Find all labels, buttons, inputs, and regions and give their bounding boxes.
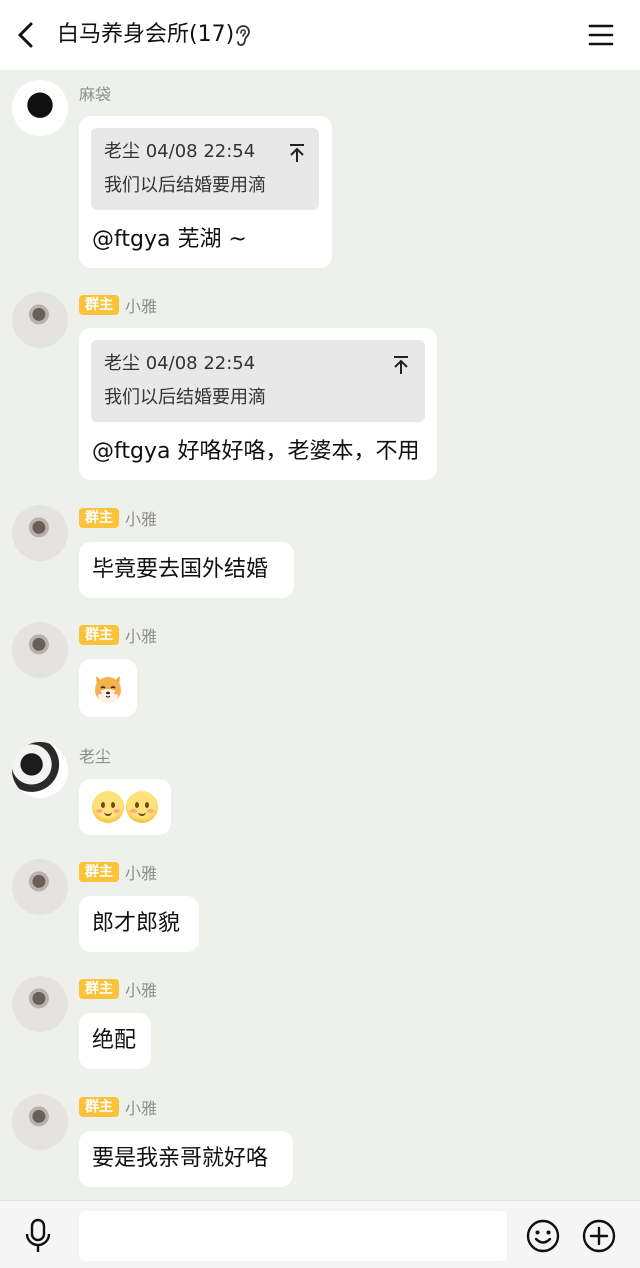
sender-name: 小雅 xyxy=(125,864,158,883)
avatar[interactable] xyxy=(12,292,68,348)
quote-author: 老尘 xyxy=(104,353,140,374)
sender-name: 老尘 xyxy=(79,747,112,766)
quoted-message[interactable]: 老尘 04/08 22:54 我们以后结婚要用滴 xyxy=(91,128,319,210)
avatar[interactable] xyxy=(12,80,68,136)
sender-name: 小雅 xyxy=(125,981,158,1000)
chat-title: 白马养身会所(17) xyxy=(57,22,235,47)
sender-row: 群主 小雅 xyxy=(79,507,157,529)
chat-message: 群主 小雅 xyxy=(0,622,640,722)
message-text: 毕竟要去国外结婚 xyxy=(92,557,269,582)
sender-name: 小雅 xyxy=(125,297,158,316)
message-bubble[interactable]: 毕竟要去国外结婚 xyxy=(79,542,294,598)
sender-name: 小雅 xyxy=(125,510,158,529)
ear-icon xyxy=(236,25,250,46)
message-input[interactable] xyxy=(79,1211,507,1261)
sender-name: 小雅 xyxy=(125,1099,158,1118)
message-bubble[interactable] xyxy=(79,659,137,717)
sender-row: 群主 小雅 xyxy=(79,624,157,646)
chat-message: 群主 小雅 毕竟要去国外结婚 xyxy=(0,505,640,605)
message-text: 郎才郎貌 xyxy=(92,911,181,936)
sender-row: 群主 小雅 xyxy=(79,978,157,1000)
chat-message: 群主 小雅 郎才郎貌 xyxy=(0,859,640,959)
message-bubble[interactable]: 老尘 04/08 22:54 我们以后结婚要用滴 @ftgya 芜湖 ~ xyxy=(79,116,332,268)
chat-message: 麻袋 老尘 04/08 22:54 我们以后结婚要用滴 @ftgya 芜湖 ~ xyxy=(0,80,640,280)
sender-row: 群主 小雅 xyxy=(79,294,157,316)
jump-to-top-icon[interactable] xyxy=(391,354,411,376)
quote-header: 老尘 04/08 22:54 xyxy=(104,140,255,164)
owner-badge: 群主 xyxy=(79,625,119,645)
sender-row: 老尘 xyxy=(79,744,111,766)
avatar[interactable] xyxy=(12,742,68,798)
blush-face-emoji xyxy=(126,791,158,823)
quoted-message[interactable]: 老尘 04/08 22:54 我们以后结婚要用滴 xyxy=(91,340,425,422)
menu-icon[interactable] xyxy=(586,21,616,49)
sender-row: 群主 小雅 xyxy=(79,861,157,883)
message-text: @ftgya 芜湖 ~ xyxy=(92,227,247,252)
chat-message: 群主 小雅 绝配 xyxy=(0,976,640,1076)
message-bubble[interactable]: 要是我亲哥就好咯 xyxy=(79,1131,293,1187)
sender-name: 麻袋 xyxy=(79,85,112,104)
quote-time: 04/08 22:54 xyxy=(145,353,256,374)
input-bar xyxy=(0,1200,640,1268)
chat-header: 白马养身会所(17) xyxy=(0,0,640,70)
sender-row: 群主 小雅 xyxy=(79,1096,157,1118)
chat-message: 群主 小雅 要是我亲哥就好咯 xyxy=(0,1094,640,1194)
owner-badge: 群主 xyxy=(79,979,119,999)
sender-name: 小雅 xyxy=(125,627,158,646)
plus-circle-icon[interactable] xyxy=(581,1218,617,1254)
quote-header: 老尘 04/08 22:54 xyxy=(104,352,255,376)
avatar[interactable] xyxy=(12,622,68,678)
back-arrow-icon[interactable] xyxy=(12,17,42,53)
owner-badge: 群主 xyxy=(79,862,119,882)
avatar[interactable] xyxy=(12,1094,68,1150)
quote-text: 我们以后结婚要用滴 xyxy=(104,387,266,408)
message-bubble[interactable]: 郎才郎貌 xyxy=(79,896,199,952)
microphone-icon[interactable] xyxy=(22,1217,54,1255)
message-bubble[interactable]: 绝配 xyxy=(79,1013,151,1069)
shiba-dog-emoji xyxy=(95,676,121,703)
message-text: @ftgya 好咯好咯，老婆本，不用 xyxy=(92,439,420,464)
quote-time: 04/08 22:54 xyxy=(145,141,256,162)
sender-row: 麻袋 xyxy=(79,82,111,104)
owner-badge: 群主 xyxy=(79,508,119,528)
quote-author: 老尘 xyxy=(104,141,140,162)
chat-message: 老尘 xyxy=(0,742,640,842)
message-text: 绝配 xyxy=(92,1028,137,1053)
avatar[interactable] xyxy=(12,505,68,561)
message-bubble[interactable] xyxy=(79,779,171,835)
owner-badge: 群主 xyxy=(79,295,119,315)
blush-face-emoji xyxy=(92,791,124,823)
owner-badge: 群主 xyxy=(79,1097,119,1117)
chat-message: 群主 小雅 老尘 04/08 22:54 我们以后结婚要用滴 @ftgya 好咯… xyxy=(0,292,640,492)
message-bubble[interactable]: 老尘 04/08 22:54 我们以后结婚要用滴 @ftgya 好咯好咯，老婆本… xyxy=(79,328,437,480)
emoji-icon[interactable] xyxy=(525,1218,561,1254)
avatar[interactable] xyxy=(12,859,68,915)
jump-to-top-icon[interactable] xyxy=(287,142,307,164)
message-text: 要是我亲哥就好咯 xyxy=(92,1146,269,1171)
avatar[interactable] xyxy=(12,976,68,1032)
quote-text: 我们以后结婚要用滴 xyxy=(104,175,266,196)
